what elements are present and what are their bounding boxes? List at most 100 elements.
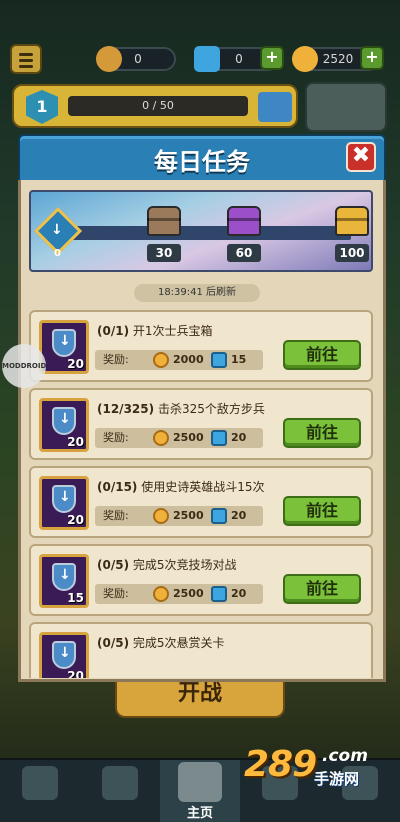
xp-progress: 0 / 50 [68,96,248,116]
reward-gems: 20 [231,587,247,600]
quest-title: (0/15) 使用史诗英雄战斗15次 [97,478,265,495]
gem-value: 0 [235,52,243,66]
modal-title: 每日任务 [154,148,250,176]
reward-gems: 15 [231,353,247,366]
top-bar: 0 0 + 2520 + [10,44,390,74]
quest-reward: 奖励: 2500 20 [95,506,263,526]
gem-icon [211,508,227,524]
reward-gems: 20 [231,431,247,444]
arrow-down-icon: ↓ [51,222,63,238]
nav-home-label: 主页 [186,806,213,821]
gold-chest-icon[interactable] [335,206,369,236]
milestone-100: 100 [335,244,369,262]
milestone-60: 60 [227,244,261,262]
logo-domain: .com [322,746,368,766]
quest-item: 20 (0/1) 开1次士兵宝箱 奖励: 2000 15 前往 [29,310,373,382]
quest-points-badge: 20 [39,476,89,530]
reward-coins: 2500 [173,587,204,600]
nav-home[interactable]: 主页 [160,760,240,822]
go-button[interactable]: 前往 [283,418,361,448]
quest-points-badge: 20 [39,632,89,678]
quest-item: 20 (12/325) 击杀325个敌方步兵 奖励: 2500 20 前往 [29,388,373,460]
gem-icon [211,586,227,602]
go-button[interactable]: 前往 [283,574,361,604]
modal-body: ↓ 0 30 60 100 18:39:41 后刷新 20 (0/1) 开1次士… [18,180,386,682]
quest-points-badge: 15 [39,554,89,608]
quest-progress: (0/15) [97,480,138,494]
gem-icon [211,352,227,368]
quest-progress: (0/5) [97,636,130,650]
quest-reward: 奖励: 2500 20 [95,584,263,604]
shield-icon [52,563,76,591]
refresh-timer: 18:39:41 后刷新 [134,284,260,302]
watermark-badge: MODDROID [2,344,46,388]
coin-icon [153,508,169,524]
coin-resource: 2520 + [292,46,384,72]
bone-icon [96,46,122,72]
reward-coins: 2500 [173,509,204,522]
close-button[interactable]: ✖ [346,142,376,172]
milestone-30: 30 [147,244,181,262]
quest-points: 15 [67,591,84,605]
coin-icon [153,586,169,602]
quest-points: 20 [67,357,84,371]
reward-label: 奖励: [103,509,129,522]
nav-heroes[interactable] [80,760,160,822]
menu-icon[interactable] [10,44,42,74]
reward-coins: 2500 [173,431,204,444]
level-badge: 1 [26,90,58,124]
gem-icon [211,430,227,446]
logo-number: 289 [244,744,317,785]
bone-resource: 0 [96,46,176,72]
current-points: 0 [54,248,61,259]
quest-title: (0/5) 完成5次竞技场对战 [97,556,237,573]
modal-header: 每日任务 ✖ [18,134,386,182]
side-card[interactable] [305,82,387,132]
quest-title: (12/325) 击杀325个敌方步兵 [97,400,265,417]
quest-reward: 奖励: 2500 20 [95,428,263,448]
coin-icon [292,46,318,72]
reward-label: 奖励: [103,431,129,444]
quest-item: 20 (0/5) 完成5次悬赏关卡 [29,622,373,678]
shield-icon [52,329,76,357]
wood-chest-icon[interactable] [147,206,181,236]
quest-points: 20 [67,669,84,678]
quest-reward: 奖励: 2000 15 [95,350,263,370]
logo-subtitle: 手游网 [314,770,360,788]
chest-progress-banner: ↓ 0 30 60 100 [29,190,373,272]
add-coins-button[interactable]: + [360,46,384,70]
coin-icon [153,352,169,368]
reward-label: 奖励: [103,353,129,366]
shield-icon [52,485,76,513]
quest-text: 完成5次竞技场对战 [132,558,237,572]
shop-icon [22,766,58,800]
level-bar: 1 0 / 50 [12,84,298,128]
quest-item: 15 (0/5) 完成5次竞技场对战 奖励: 2500 20 前往 [29,544,373,616]
points-track [61,226,351,240]
crossed-swords-icon [178,762,222,802]
gem-resource: 0 + [194,46,284,72]
purple-chest-icon[interactable] [227,206,261,236]
quest-text: 完成5次悬赏关卡 [132,636,225,650]
reward-gem-icon[interactable] [258,92,292,122]
bone-value: 0 [134,52,142,66]
go-button[interactable]: 前往 [283,340,361,370]
heroes-icon [102,766,138,800]
shield-icon [52,641,76,669]
quest-text: 开1次士兵宝箱 [132,324,213,338]
go-button[interactable]: 前往 [283,496,361,526]
reward-gems: 20 [231,509,247,522]
quest-title: (0/5) 完成5次悬赏关卡 [97,634,225,651]
quest-progress: (12/325) [97,402,155,416]
coin-icon [153,430,169,446]
reward-coins: 2000 [173,353,204,366]
add-gems-button[interactable]: + [260,46,284,70]
shield-icon [52,407,76,435]
quest-points-badge: 20 [39,398,89,452]
quest-points: 20 [67,435,84,449]
gem-icon [194,46,220,72]
nav-shop[interactable] [0,760,80,822]
daily-tasks-modal: 每日任务 ✖ ↓ 0 30 60 100 18:39:41 后刷新 20 (0/… [18,134,386,682]
quest-item: 20 (0/15) 使用史诗英雄战斗15次 奖励: 2500 20 前往 [29,466,373,538]
quest-text: 击杀325个敌方步兵 [157,402,265,416]
